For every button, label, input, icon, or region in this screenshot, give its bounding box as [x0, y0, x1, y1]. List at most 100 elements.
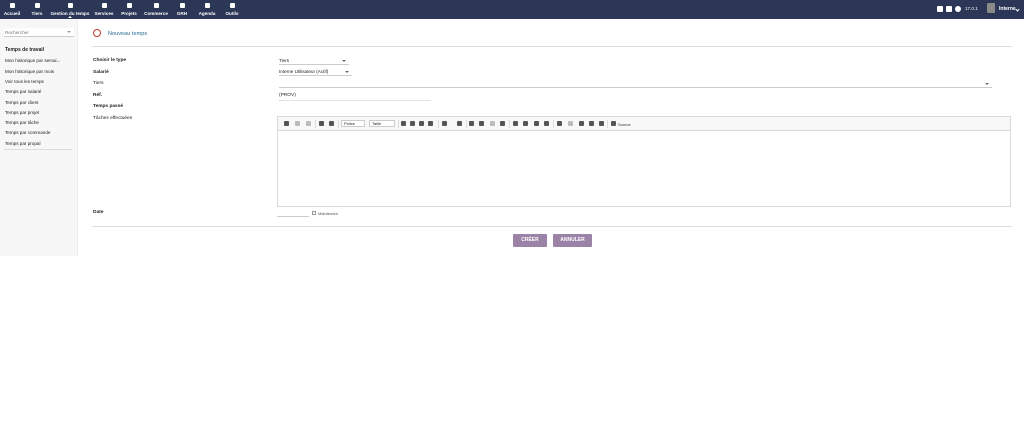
ref-value: (PROV)	[279, 93, 296, 98]
salarie-label: Salarié	[93, 70, 109, 75]
source-button[interactable]: Source	[618, 122, 631, 127]
page-title: Nouveau temps	[108, 31, 148, 37]
chevron-down-icon	[985, 83, 989, 85]
divider	[92, 46, 1012, 47]
size-select-label: Taille	[372, 121, 382, 126]
italic-icon[interactable]	[410, 121, 415, 126]
top-navbar: Accueil Tiers Gestion du temps Services …	[0, 0, 1024, 19]
type-select[interactable]: Tiers	[279, 57, 349, 65]
bold-icon[interactable]	[401, 121, 406, 126]
outdent-icon[interactable]	[490, 121, 495, 126]
toolbar-separator	[315, 120, 316, 128]
print-icon[interactable]	[946, 6, 952, 12]
sidebar-item[interactable]: Temps par commande	[5, 130, 50, 135]
align-right-icon[interactable]	[534, 121, 539, 126]
source-icon[interactable]	[611, 121, 616, 126]
redo-icon[interactable]	[306, 121, 311, 126]
sidebar-item[interactable]: Voir tous les temps	[5, 79, 44, 84]
nav-projets[interactable]: Projets	[119, 0, 139, 19]
toolbar-separator	[398, 120, 399, 128]
create-button[interactable]: CRÉER	[513, 234, 547, 247]
toolbar-separator	[553, 120, 554, 128]
sidebar-heading[interactable]: Temps de travail	[5, 47, 44, 53]
nav-agenda[interactable]: Agenda	[197, 0, 217, 19]
calendar-icon[interactable]	[312, 211, 316, 215]
table-icon[interactable]	[589, 121, 594, 126]
help-icon[interactable]	[955, 6, 961, 12]
tiers-select[interactable]	[279, 80, 992, 88]
salarie-select-value: Interne Utilisateur (Actif)	[279, 69, 329, 74]
remove-format-icon[interactable]	[457, 121, 462, 126]
building-icon	[34, 3, 40, 8]
font-select[interactable]: Police	[341, 120, 365, 127]
rich-text-editor: Police Taille Source	[277, 116, 1011, 207]
underline-icon[interactable]	[419, 121, 424, 126]
align-center-icon[interactable]	[523, 121, 528, 126]
nav-outils[interactable]: Outils	[223, 0, 241, 19]
numbered-list-icon[interactable]	[469, 121, 474, 126]
avatar[interactable]	[987, 3, 995, 13]
nav-grh[interactable]: GRH	[174, 0, 190, 19]
bulleted-list-icon[interactable]	[479, 121, 484, 126]
nav-gestion-du-temps[interactable]: Gestion du temps	[50, 0, 90, 19]
nav-commerce[interactable]: Commerce	[143, 0, 169, 19]
ref-underline	[279, 100, 431, 101]
undo-icon[interactable]	[295, 121, 300, 126]
settings-icon[interactable]	[937, 6, 943, 12]
strikethrough-icon[interactable]	[428, 121, 433, 126]
username[interactable]: Interne	[999, 6, 1016, 12]
find-icon[interactable]	[319, 121, 324, 126]
home-icon	[9, 3, 15, 8]
nav-services[interactable]: Services	[93, 0, 115, 19]
toolbar-separator	[607, 120, 608, 128]
special-char-icon[interactable]	[599, 121, 604, 126]
sidebar-item[interactable]: Temps par propal	[5, 141, 41, 146]
indent-icon[interactable]	[500, 121, 505, 126]
size-select[interactable]: Taille	[369, 120, 395, 127]
user-icon	[179, 3, 185, 8]
salarie-select[interactable]: Interne Utilisateur (Actif)	[279, 68, 352, 76]
nav-accueil[interactable]: Accueil	[2, 0, 22, 19]
sidebar-item[interactable]: Temps par client	[5, 100, 38, 105]
nav-outils-label: Outils	[225, 10, 239, 16]
ref-label: Réf.	[93, 93, 103, 98]
toolbar-separator	[466, 120, 467, 128]
tiers-label: Tiers	[93, 81, 104, 86]
nav-tiers[interactable]: Tiers	[28, 0, 46, 19]
sidebar-item[interactable]: Temps par salarié	[5, 89, 41, 94]
chevron-down-icon[interactable]	[67, 31, 71, 33]
date-input[interactable]	[277, 209, 309, 217]
nav-projets-label: Projets	[121, 10, 137, 16]
type-label: Choisir le type	[93, 58, 127, 63]
unlink-icon[interactable]	[568, 121, 573, 126]
cancel-button[interactable]: ANNULER	[553, 234, 592, 247]
now-link[interactable]: Maintenant	[318, 211, 338, 216]
wrench-icon	[229, 3, 235, 8]
chevron-down-icon[interactable]	[1015, 7, 1020, 12]
chevron-down-icon	[342, 60, 346, 62]
align-justify-icon[interactable]	[544, 121, 549, 126]
cube-icon	[101, 3, 107, 8]
nav-services-label: Services	[94, 10, 114, 16]
image-icon[interactable]	[579, 121, 584, 126]
nav-commerce-label: Commerce	[144, 10, 168, 16]
calendar-icon	[204, 3, 210, 8]
date-label: Date	[93, 210, 104, 215]
sidebar-item[interactable]: Mon historique par mois	[5, 69, 54, 74]
sidebar-divider	[4, 149, 72, 150]
taches-label: Tâches effectuées	[93, 116, 133, 121]
sidebar-item[interactable]: Temps par tâche	[5, 120, 39, 125]
toolbar-separator	[509, 120, 510, 128]
replace-icon[interactable]	[329, 121, 334, 126]
clock-icon	[93, 29, 101, 37]
sidebar-item[interactable]: Mon historique par semai...	[5, 58, 60, 63]
tasks-editor-body[interactable]	[278, 131, 1010, 206]
search-input[interactable]	[5, 29, 67, 36]
text-color-icon[interactable]	[442, 121, 447, 126]
nav-gestion-label: Gestion du temps	[50, 10, 90, 16]
align-left-icon[interactable]	[513, 121, 518, 126]
link-icon[interactable]	[557, 121, 562, 126]
sidebar-item[interactable]: Temps par projet	[5, 110, 39, 115]
maximize-icon[interactable]	[284, 121, 289, 126]
nav-grh-label: GRH	[176, 10, 188, 16]
